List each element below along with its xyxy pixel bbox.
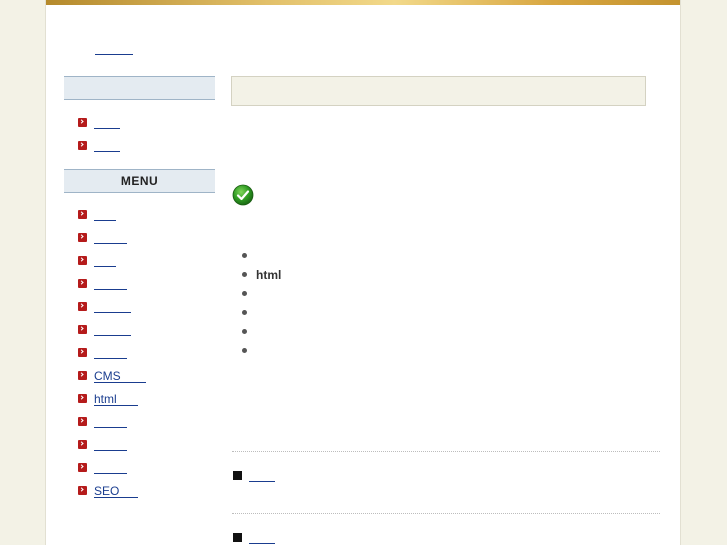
arrow-right-icon xyxy=(78,325,87,334)
sidebar-menu-item[interactable] xyxy=(78,277,146,300)
square-bullet-icon xyxy=(233,533,242,543)
arrow-right-icon xyxy=(78,141,87,150)
sidebar-menu-link[interactable] xyxy=(94,254,116,267)
sidebar-menu-item[interactable] xyxy=(78,323,146,346)
main-title-box xyxy=(231,76,646,106)
news-link[interactable] xyxy=(249,531,276,545)
sidebar-top-link[interactable] xyxy=(94,139,120,152)
arrow-right-icon xyxy=(78,394,87,403)
sidebar-menu-link[interactable]: html xyxy=(94,393,138,406)
divider xyxy=(232,513,660,514)
sidebar-menu-link[interactable] xyxy=(94,231,127,244)
check-circle-icon xyxy=(232,184,254,206)
news-link[interactable] xyxy=(249,469,276,483)
sidebar-menu-item[interactable] xyxy=(78,346,146,369)
sidebar-menu-link[interactable]: CMS xyxy=(94,370,146,383)
sidebar-top-heading xyxy=(64,76,215,100)
feature-list: html xyxy=(241,249,281,363)
list-item: html xyxy=(241,268,281,287)
news-item xyxy=(233,530,276,545)
sidebar-menu-item[interactable] xyxy=(78,208,146,231)
list-item xyxy=(241,325,281,344)
sidebar-menu-item[interactable] xyxy=(78,438,146,461)
list-item xyxy=(241,344,281,363)
sidebar-menu-item[interactable]: html xyxy=(78,392,146,415)
sidebar-menu-link[interactable] xyxy=(94,323,131,336)
sidebar-top-list xyxy=(78,116,120,162)
arrow-right-icon xyxy=(78,371,87,380)
top-accent-bar xyxy=(46,0,680,5)
sidebar-menu-heading: MENU xyxy=(64,169,215,193)
list-item xyxy=(241,306,281,325)
list-item xyxy=(241,287,281,306)
sidebar-menu-item[interactable] xyxy=(78,231,146,254)
sidebar-menu-item[interactable]: CMS xyxy=(78,369,146,392)
arrow-right-icon xyxy=(78,233,87,242)
sidebar-menu-item[interactable] xyxy=(78,254,146,277)
sidebar-menu-item[interactable] xyxy=(78,461,146,484)
sidebar-menu-link[interactable]: SEO xyxy=(94,485,138,498)
site-home-link[interactable] xyxy=(95,42,133,55)
arrow-right-icon xyxy=(78,302,87,311)
arrow-right-icon xyxy=(78,118,87,127)
divider xyxy=(232,451,660,452)
sidebar-menu-link[interactable] xyxy=(94,415,127,428)
sidebar-menu-link[interactable] xyxy=(94,346,127,359)
sidebar-menu-link[interactable] xyxy=(94,461,127,474)
sidebar-menu-list: CMS html SEO xyxy=(78,208,146,507)
sidebar-menu-link[interactable] xyxy=(94,300,131,313)
list-item xyxy=(241,249,281,268)
sidebar-menu-item[interactable] xyxy=(78,300,146,323)
arrow-right-icon xyxy=(78,256,87,265)
sidebar-menu-link[interactable] xyxy=(94,438,127,451)
page-container: MENU CMS html SEO html xyxy=(45,0,681,545)
sidebar-menu-item[interactable]: SEO xyxy=(78,484,146,507)
arrow-right-icon xyxy=(78,210,87,219)
sidebar-menu-item[interactable] xyxy=(78,415,146,438)
sidebar-menu-link[interactable] xyxy=(94,277,127,290)
arrow-right-icon xyxy=(78,279,87,288)
arrow-right-icon xyxy=(78,486,87,495)
sidebar-top-link[interactable] xyxy=(94,116,120,129)
news-item xyxy=(233,468,276,483)
sidebar-top-item[interactable] xyxy=(78,116,120,139)
arrow-right-icon xyxy=(78,463,87,472)
arrow-right-icon xyxy=(78,417,87,426)
sidebar-top-item[interactable] xyxy=(78,139,120,162)
arrow-right-icon xyxy=(78,348,87,357)
arrow-right-icon xyxy=(78,440,87,449)
sidebar-menu-link[interactable] xyxy=(94,208,116,221)
square-bullet-icon xyxy=(233,471,242,481)
